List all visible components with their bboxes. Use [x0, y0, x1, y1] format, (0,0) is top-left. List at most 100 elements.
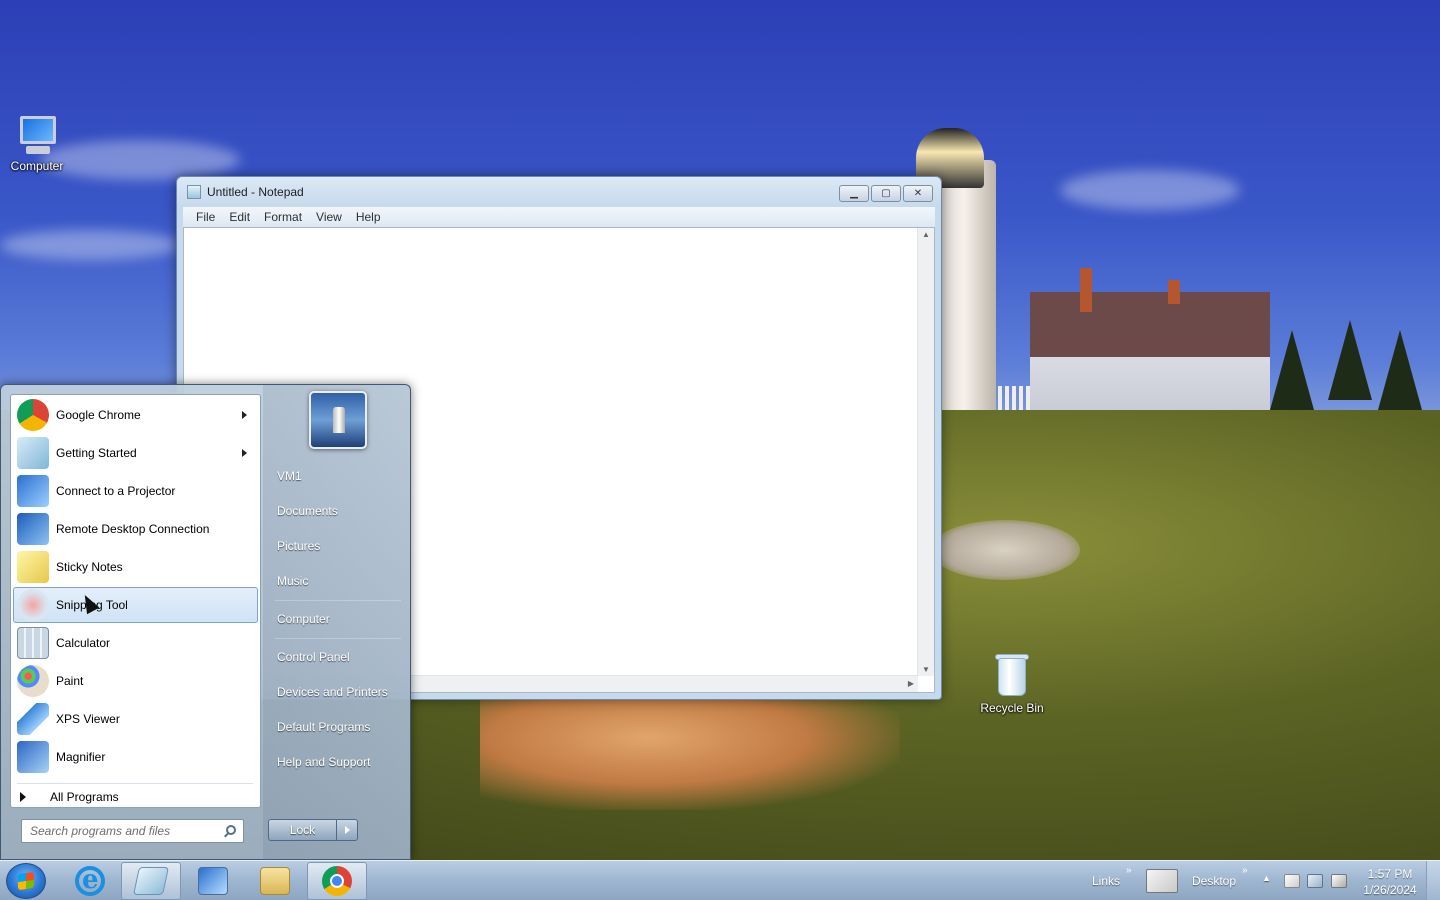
wallpaper-cloud: [1060, 170, 1240, 210]
wallpaper-chimney: [1168, 280, 1180, 304]
chevron-right-icon[interactable]: [242, 449, 247, 457]
wallpaper-tree: [1378, 330, 1422, 410]
network-icon[interactable]: [1307, 874, 1323, 888]
program-label: Connect to a Projector: [56, 484, 176, 498]
projector-icon: [17, 475, 49, 507]
desktop-icon-recycle-bin[interactable]: Recycle Bin: [972, 652, 1052, 715]
start-button[interactable]: [6, 863, 46, 899]
desktop-icon-computer[interactable]: Computer: [0, 116, 77, 173]
start-search-box[interactable]: [21, 819, 244, 843]
wallpaper-tree: [1270, 330, 1314, 410]
shutdown-options-arrow-icon[interactable]: [337, 820, 357, 840]
remote-desktop-icon: [17, 513, 49, 545]
program-snipping-tool[interactable]: Snipping Tool: [13, 587, 258, 623]
clock-date: 1/26/2024: [1363, 883, 1417, 897]
menu-help[interactable]: Help: [349, 210, 388, 224]
chevron-right-icon[interactable]: [242, 411, 247, 419]
wallpaper-rocks: [480, 690, 900, 810]
link-help-and-support[interactable]: Help and Support: [277, 755, 370, 769]
taskbar-google-chrome[interactable]: [307, 862, 367, 900]
wallpaper-rock: [930, 520, 1080, 580]
desktop-toolbar[interactable]: Desktop: [1192, 874, 1236, 888]
windows-logo-icon: [18, 871, 34, 891]
magnifier-icon: [17, 741, 49, 773]
minimize-button[interactable]: ▁: [839, 185, 869, 202]
triangle-right-icon: [20, 792, 26, 802]
program-getting-started[interactable]: Getting Started: [13, 435, 258, 471]
vertical-scrollbar[interactable]: ▲ ▼: [917, 228, 934, 676]
chevron-double-right-icon[interactable]: »: [1126, 865, 1132, 876]
start-menu: Google Chrome Getting Started Connect to…: [0, 384, 411, 861]
lock-button[interactable]: Lock: [268, 819, 358, 841]
show-hidden-icons-icon[interactable]: ▲: [1262, 873, 1271, 883]
search-input[interactable]: [30, 824, 216, 838]
internet-explorer-icon: [75, 865, 105, 896]
program-google-chrome[interactable]: Google Chrome: [13, 397, 258, 433]
program-calculator[interactable]: Calculator: [13, 625, 258, 661]
menu-view[interactable]: View: [309, 210, 349, 224]
link-computer[interactable]: Computer: [277, 612, 330, 626]
snipping-tool-icon: [17, 589, 49, 621]
recycle-bin-icon: [994, 652, 1030, 698]
desktop-icon-label: Recycle Bin: [980, 701, 1044, 715]
program-remote-desktop-connection[interactable]: Remote Desktop Connection: [13, 511, 258, 547]
maximize-icon: ▢: [881, 188, 891, 199]
link-devices-and-printers[interactable]: Devices and Printers: [277, 685, 388, 699]
taskbar-internet-explorer[interactable]: [60, 862, 120, 900]
lock-label[interactable]: Lock: [269, 820, 337, 840]
menu-file[interactable]: File: [189, 210, 222, 224]
notepad-icon: [133, 867, 169, 895]
close-icon: ✕: [913, 188, 923, 199]
remote-desktop-icon: [198, 867, 228, 895]
links-toolbar[interactable]: Links: [1092, 874, 1120, 888]
search-icon[interactable]: [226, 825, 236, 835]
tablet-input-icon[interactable]: [1146, 869, 1178, 893]
show-desktop-button[interactable]: [1426, 861, 1440, 900]
program-paint[interactable]: Paint: [13, 663, 258, 699]
program-magnifier[interactable]: Magnifier: [13, 739, 258, 775]
calculator-icon: [17, 627, 49, 659]
program-label: Magnifier: [56, 750, 106, 764]
close-button[interactable]: ✕: [903, 185, 933, 202]
link-default-programs[interactable]: Default Programs: [277, 720, 370, 734]
separator: [275, 638, 401, 639]
taskbar-notepad[interactable]: [121, 862, 181, 900]
taskbar-remote-desktop[interactable]: [183, 862, 243, 900]
notepad-titlebar[interactable]: Untitled - Notepad: [177, 177, 941, 207]
action-center-flag-icon[interactable]: [1284, 874, 1300, 888]
desktop-icon-label: Computer: [10, 159, 64, 173]
sticky-notes-icon: [17, 551, 49, 583]
link-music[interactable]: Music: [277, 574, 308, 588]
maximize-button[interactable]: ▢: [871, 185, 901, 202]
wallpaper-tree: [1328, 320, 1372, 400]
scroll-right-icon[interactable]: ▶: [908, 679, 914, 688]
link-documents[interactable]: Documents: [277, 504, 338, 518]
volume-muted-icon[interactable]: [1331, 874, 1347, 888]
program-connect-to-projector[interactable]: Connect to a Projector: [13, 473, 258, 509]
system-clock[interactable]: 1:57 PM 1/26/2024: [1354, 866, 1426, 898]
user-picture[interactable]: [309, 391, 367, 449]
menu-edit[interactable]: Edit: [222, 210, 257, 224]
scroll-up-icon[interactable]: ▲: [922, 230, 930, 239]
all-programs-button[interactable]: All Programs: [11, 787, 262, 807]
link-pictures[interactable]: Pictures: [277, 539, 320, 553]
program-label: Getting Started: [56, 446, 137, 460]
chrome-icon: [322, 866, 352, 896]
notepad-icon: [187, 185, 201, 199]
program-label: Sticky Notes: [56, 560, 123, 574]
start-menu-places-pane: VM1 Documents Pictures Music Computer Co…: [263, 385, 411, 861]
taskbar-windows-explorer[interactable]: [245, 862, 305, 900]
scroll-down-icon[interactable]: ▼: [922, 665, 930, 674]
program-label: XPS Viewer: [56, 712, 120, 726]
link-control-panel[interactable]: Control Panel: [277, 650, 350, 664]
program-xps-viewer[interactable]: XPS Viewer: [13, 701, 258, 737]
program-label: Remote Desktop Connection: [56, 522, 210, 536]
program-sticky-notes[interactable]: Sticky Notes: [13, 549, 258, 585]
program-label: Paint: [56, 674, 84, 688]
separator: [17, 783, 253, 784]
menu-format[interactable]: Format: [257, 210, 309, 224]
chevron-double-right-icon[interactable]: »: [1242, 865, 1248, 876]
folder-icon: [260, 867, 290, 895]
window-title: Untitled - Notepad: [207, 185, 304, 199]
link-vm1[interactable]: VM1: [277, 469, 302, 483]
